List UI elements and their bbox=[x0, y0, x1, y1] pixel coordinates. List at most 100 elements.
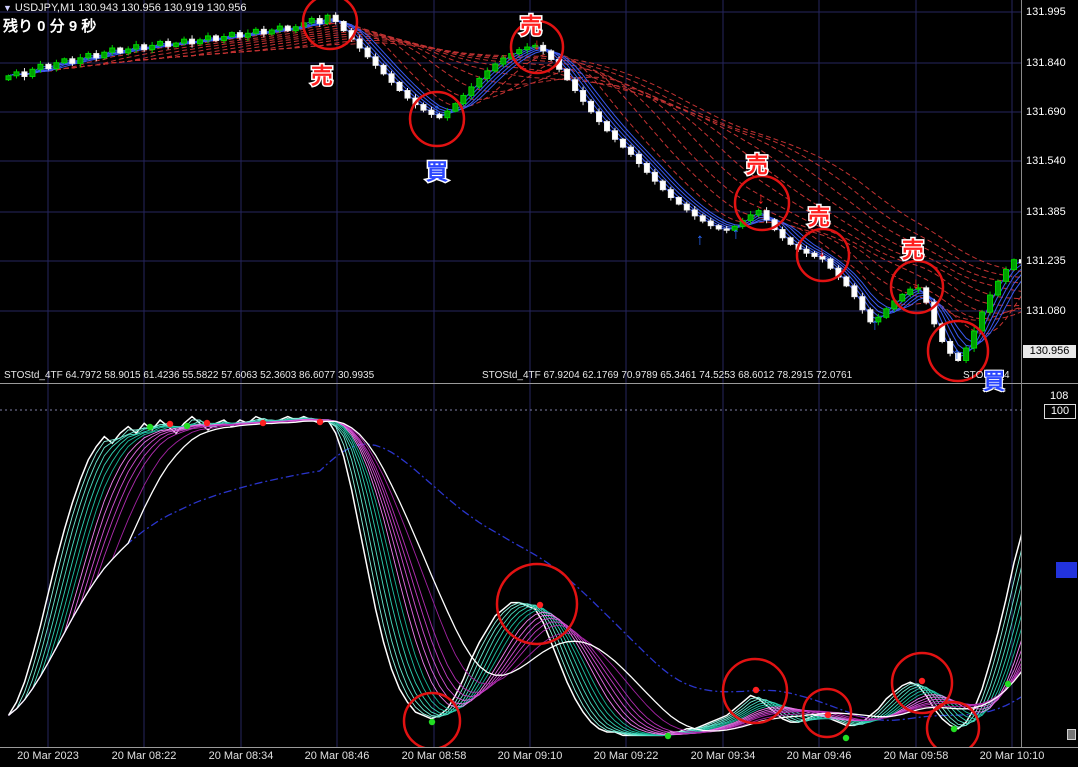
buy-dot bbox=[429, 719, 435, 725]
sell-dot bbox=[753, 687, 759, 693]
ohlc-header: ▼USDJPY,M1 130.943 130.956 130.919 130.9… bbox=[3, 2, 247, 14]
panel-divider[interactable] bbox=[0, 383, 1078, 384]
candle-body bbox=[828, 259, 833, 268]
candle-body bbox=[660, 181, 665, 190]
time-tick-label: 20 Mar 09:34 bbox=[691, 750, 756, 762]
price-tick-label: 131.385 bbox=[1026, 206, 1066, 218]
candle-body bbox=[924, 288, 929, 302]
buy-arrow-icon: ↑ bbox=[696, 232, 704, 249]
sell-dot bbox=[919, 678, 925, 684]
sell-dot bbox=[825, 712, 831, 718]
sto-ribbon-line bbox=[9, 417, 1022, 736]
candle-body bbox=[676, 198, 681, 205]
candle-body bbox=[38, 64, 43, 69]
candle-body bbox=[118, 48, 123, 53]
candle-body bbox=[78, 58, 83, 64]
candle-body bbox=[269, 30, 274, 34]
candle-countdown-label: 残り 0 分 9 秒 bbox=[3, 15, 96, 36]
sto-ribbon-line bbox=[9, 421, 1022, 731]
buy-arrow-icon: ↑ bbox=[953, 346, 961, 363]
candle-body bbox=[381, 65, 386, 74]
ma-ribbon-blue bbox=[9, 20, 1022, 347]
signal-circle[interactable] bbox=[410, 92, 464, 146]
candle-body bbox=[277, 26, 282, 30]
candle-body bbox=[1011, 260, 1016, 270]
candle-body bbox=[365, 48, 370, 57]
candle-body bbox=[285, 26, 290, 31]
indicator-tick-label: 108 bbox=[1050, 390, 1068, 402]
indicator-level-box: 100 bbox=[1044, 404, 1076, 419]
candle-body bbox=[612, 131, 617, 140]
sto-signal-line bbox=[9, 444, 1022, 720]
candle-body bbox=[94, 54, 99, 58]
candle-body bbox=[309, 19, 314, 23]
price-scale[interactable]: 130.956 100 131.995131.840131.690131.540… bbox=[1022, 0, 1078, 747]
time-tick-label: 20 Mar 09:10 bbox=[498, 750, 563, 762]
sto-ribbon-line bbox=[9, 418, 1022, 735]
sell-signal-label: 売 bbox=[520, 14, 542, 39]
candle-body bbox=[884, 309, 889, 318]
candle-body bbox=[644, 163, 649, 172]
sto-ribbon-line bbox=[9, 419, 1022, 734]
sell-arrow-icon: ↓ bbox=[818, 244, 826, 261]
candle-body bbox=[788, 238, 793, 245]
candle-body bbox=[469, 87, 474, 96]
price-tick-label: 131.540 bbox=[1026, 155, 1066, 167]
candle-body bbox=[501, 58, 506, 64]
sto-ribbon-line bbox=[9, 419, 1022, 735]
candle-body bbox=[46, 64, 51, 68]
indicator-chart[interactable] bbox=[0, 384, 1021, 747]
candle-body bbox=[182, 39, 187, 43]
candle-body bbox=[996, 281, 1001, 295]
price-tick-label: 131.235 bbox=[1026, 255, 1066, 267]
candle-body bbox=[812, 253, 817, 256]
candle-body bbox=[573, 80, 578, 91]
candle-body bbox=[581, 91, 586, 102]
candle-body bbox=[988, 295, 993, 312]
candle-body bbox=[102, 52, 107, 58]
ma-ribbon-red bbox=[9, 28, 1022, 319]
candle-body bbox=[589, 101, 594, 111]
candle-body bbox=[605, 122, 610, 131]
buy-signal-label[interactable]: 買 bbox=[983, 364, 1005, 396]
candle-body bbox=[620, 139, 625, 147]
candle-body bbox=[150, 45, 155, 49]
candle-body bbox=[174, 43, 179, 46]
candle-body bbox=[972, 331, 977, 348]
candle-body bbox=[780, 230, 785, 238]
time-axis[interactable]: 20 Mar 202320 Mar 08:2220 Mar 08:3420 Ma… bbox=[0, 748, 1078, 767]
candle-body bbox=[229, 33, 234, 37]
candle-body bbox=[748, 215, 753, 221]
candle-body bbox=[221, 37, 226, 41]
sell-dot bbox=[260, 420, 266, 426]
indicator-values-1: STOStd_4TF 64.7972 58.9015 61.4236 55.58… bbox=[4, 370, 374, 381]
buy-arrow-icon: ↑ bbox=[732, 226, 740, 243]
candle-body bbox=[724, 229, 729, 230]
ma-ribbon-blue bbox=[9, 20, 1022, 351]
candle-body bbox=[206, 36, 211, 40]
price-chart[interactable]: ↓↓↓↓↓↑↑↑↑↑売売売売売買 bbox=[0, 0, 1021, 384]
candle-body bbox=[477, 78, 482, 87]
ma-ribbon-red bbox=[9, 26, 1022, 321]
candle-body bbox=[756, 211, 761, 215]
candle-body bbox=[158, 41, 163, 45]
scroll-anchor-icon[interactable] bbox=[1067, 729, 1076, 740]
time-tick-label: 20 Mar 09:58 bbox=[884, 750, 949, 762]
candle-body bbox=[22, 72, 27, 77]
candle-body bbox=[253, 29, 258, 33]
candle-body bbox=[86, 54, 91, 58]
buy-dot bbox=[1005, 681, 1011, 687]
buy-arrow-icon: ↑ bbox=[871, 317, 879, 334]
sell-dot bbox=[167, 421, 173, 427]
candle-body bbox=[373, 57, 378, 66]
candle-body bbox=[844, 277, 849, 286]
candle-body bbox=[421, 105, 426, 111]
candle-body bbox=[461, 95, 466, 103]
candle-body bbox=[964, 348, 969, 360]
symbol-dropdown-icon[interactable]: ▼ bbox=[3, 3, 12, 13]
candle-body bbox=[900, 294, 905, 301]
sell-signal-label: 売 bbox=[902, 238, 924, 263]
candle-body bbox=[541, 45, 546, 51]
sto-ribbon-line bbox=[9, 420, 1022, 735]
ohlc-values: USDJPY,M1 130.943 130.956 130.919 130.95… bbox=[15, 2, 247, 14]
